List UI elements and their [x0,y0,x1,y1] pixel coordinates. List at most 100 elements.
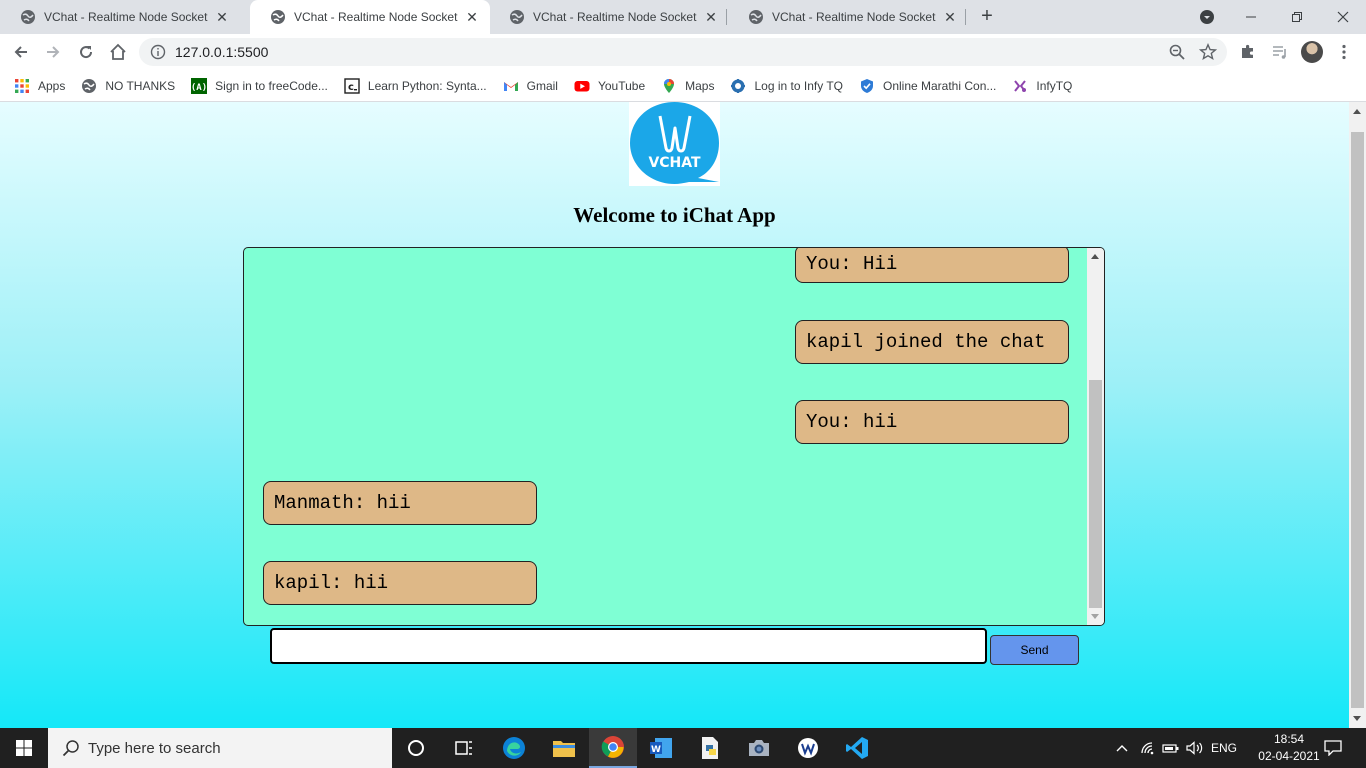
task-view-button[interactable] [440,728,488,768]
bookmark-no-thanks[interactable]: NO THANKS [81,78,175,94]
close-icon[interactable]: ✕ [214,9,230,26]
cortana-circle-icon [408,740,424,756]
profile-avatar[interactable] [1301,41,1323,63]
close-window-button[interactable] [1320,0,1366,34]
bookmark-infy-tq-login[interactable]: Log in to Infy TQ [730,78,843,94]
shield-icon [860,78,873,93]
send-button[interactable]: Send [990,635,1079,665]
chat-scrollbar[interactable] [1087,248,1104,625]
info-icon[interactable] [150,44,166,60]
logo-text: VCHAT [648,155,701,171]
scrollbar-thumb[interactable] [1089,380,1102,608]
scroll-up-arrow-icon[interactable] [1353,109,1361,114]
page-viewport: VCHAT Welcome to iChat App You: Hii kapi… [0,102,1349,728]
bookmark-maps[interactable]: Maps [661,78,714,94]
svg-text:c: c [348,82,354,93]
taskbar-search[interactable]: Type here to search [48,728,392,768]
browser-tab-1[interactable]: VChat - Realtime Node Socket.io ✕ [0,0,240,34]
reload-button[interactable] [72,38,100,66]
message-bubble: kapil: hii [263,561,537,605]
taskbar-python-file[interactable] [686,728,734,768]
infy-icon [731,78,746,93]
zoom-icon[interactable] [1169,44,1185,60]
taskbar-file-explorer[interactable] [540,728,588,768]
wifi-tray-button[interactable] [1137,728,1159,768]
bookmark-infytq[interactable]: InfyTQ [1012,78,1072,94]
youtube-icon [574,80,590,91]
back-button[interactable] [7,38,35,66]
taskbar-app-w[interactable] [784,728,832,768]
browser-tab-3[interactable]: VChat - Realtime Node Socket.io ✕ [489,0,729,34]
close-icon[interactable]: ✕ [703,9,719,26]
show-hidden-icons-button[interactable] [1110,728,1134,768]
home-icon [110,43,126,60]
message-bubble: kapil joined the chat [795,320,1069,364]
bookmark-freecodecamp[interactable]: (A) Sign in to freeCode... [191,77,328,94]
taskbar-camera[interactable] [735,728,783,768]
home-button[interactable] [104,38,132,66]
infytq-icon [1014,79,1027,92]
restore-button[interactable] [1274,0,1320,34]
tab-separator [726,9,727,25]
chrome-menu-button[interactable] [1330,38,1358,66]
scrollbar-thumb[interactable] [1351,132,1364,708]
bookmark-label: InfyTQ [1036,78,1073,93]
tab-strip: VChat - Realtime Node Socket.io ✕ VChat … [0,0,1366,34]
media-control-button[interactable] [1266,38,1294,66]
tab-title: VChat - Realtime Node Socket.io [44,10,208,24]
url-text[interactable]: 127.0.0.1:5500 [175,44,268,60]
cortana-button[interactable] [392,728,440,768]
bookmark-label: Log in to Infy TQ [754,78,843,93]
tab-title: VChat - Realtime Node Socket.io [533,10,697,24]
globe-icon [271,10,285,24]
arrow-right-icon [47,46,60,58]
message-bubble: You: hii [795,400,1069,444]
vscode-icon [846,737,868,759]
start-button[interactable] [0,728,48,768]
browser-tab-4[interactable]: VChat - Realtime Node Socket.io ✕ [728,0,968,34]
forward-button[interactable] [39,38,67,66]
taskbar-vscode[interactable] [833,728,881,768]
battery-icon [1162,744,1179,753]
speaker-icon [1186,741,1203,755]
bookmark-online-marathi[interactable]: Online Marathi Con... [859,78,996,94]
taskbar-word[interactable]: W [637,728,685,768]
notification-icon [1324,740,1342,756]
chevron-up-icon [1116,745,1128,752]
new-tab-button[interactable]: + [976,5,998,27]
minimize-button[interactable] [1228,0,1274,34]
scroll-down-arrow-icon[interactable] [1091,614,1099,619]
search-placeholder: Type here to search [88,739,221,757]
arrow-left-icon [14,46,27,58]
playlist-icon [1273,46,1286,59]
bookmark-star-icon[interactable] [1199,43,1217,61]
extensions-button[interactable] [1234,38,1262,66]
address-bar[interactable]: 127.0.0.1:5500 [139,38,1227,66]
action-center-button[interactable] [1320,728,1346,768]
close-icon[interactable]: ✕ [464,9,480,26]
bookmark-apps[interactable]: Apps [14,78,65,94]
taskbar-edge[interactable] [490,728,538,768]
bookmark-label: YouTube [597,78,646,93]
message-input[interactable] [270,628,987,664]
browser-tab-2[interactable]: VChat - Realtime Node Socket.io ✕ [250,0,490,34]
language-indicator[interactable]: ENG [1208,728,1240,768]
page-scrollbar[interactable] [1349,102,1366,728]
edge-icon [503,737,525,759]
tab-separator [965,9,966,25]
app-circle-w-icon [798,738,818,758]
scroll-down-arrow-icon[interactable] [1353,716,1361,721]
taskbar-clock[interactable]: 18:54 02-04-2021 [1256,731,1322,765]
bookmark-gmail[interactable]: Gmail [503,78,558,94]
scroll-up-arrow-icon[interactable] [1091,254,1099,259]
tab-search-button[interactable] [1184,0,1230,34]
bookmark-codecademy[interactable]: c Learn Python: Synta... [344,77,487,94]
volume-tray-button[interactable] [1184,728,1206,768]
bookmark-youtube[interactable]: YouTube [574,78,645,94]
battery-tray-button[interactable] [1160,728,1182,768]
bookmark-label: NO THANKS [105,78,176,93]
close-icon[interactable]: ✕ [942,9,958,26]
taskbar-chrome[interactable] [589,728,637,768]
reload-icon [80,46,93,59]
chrome-icon [601,736,624,758]
